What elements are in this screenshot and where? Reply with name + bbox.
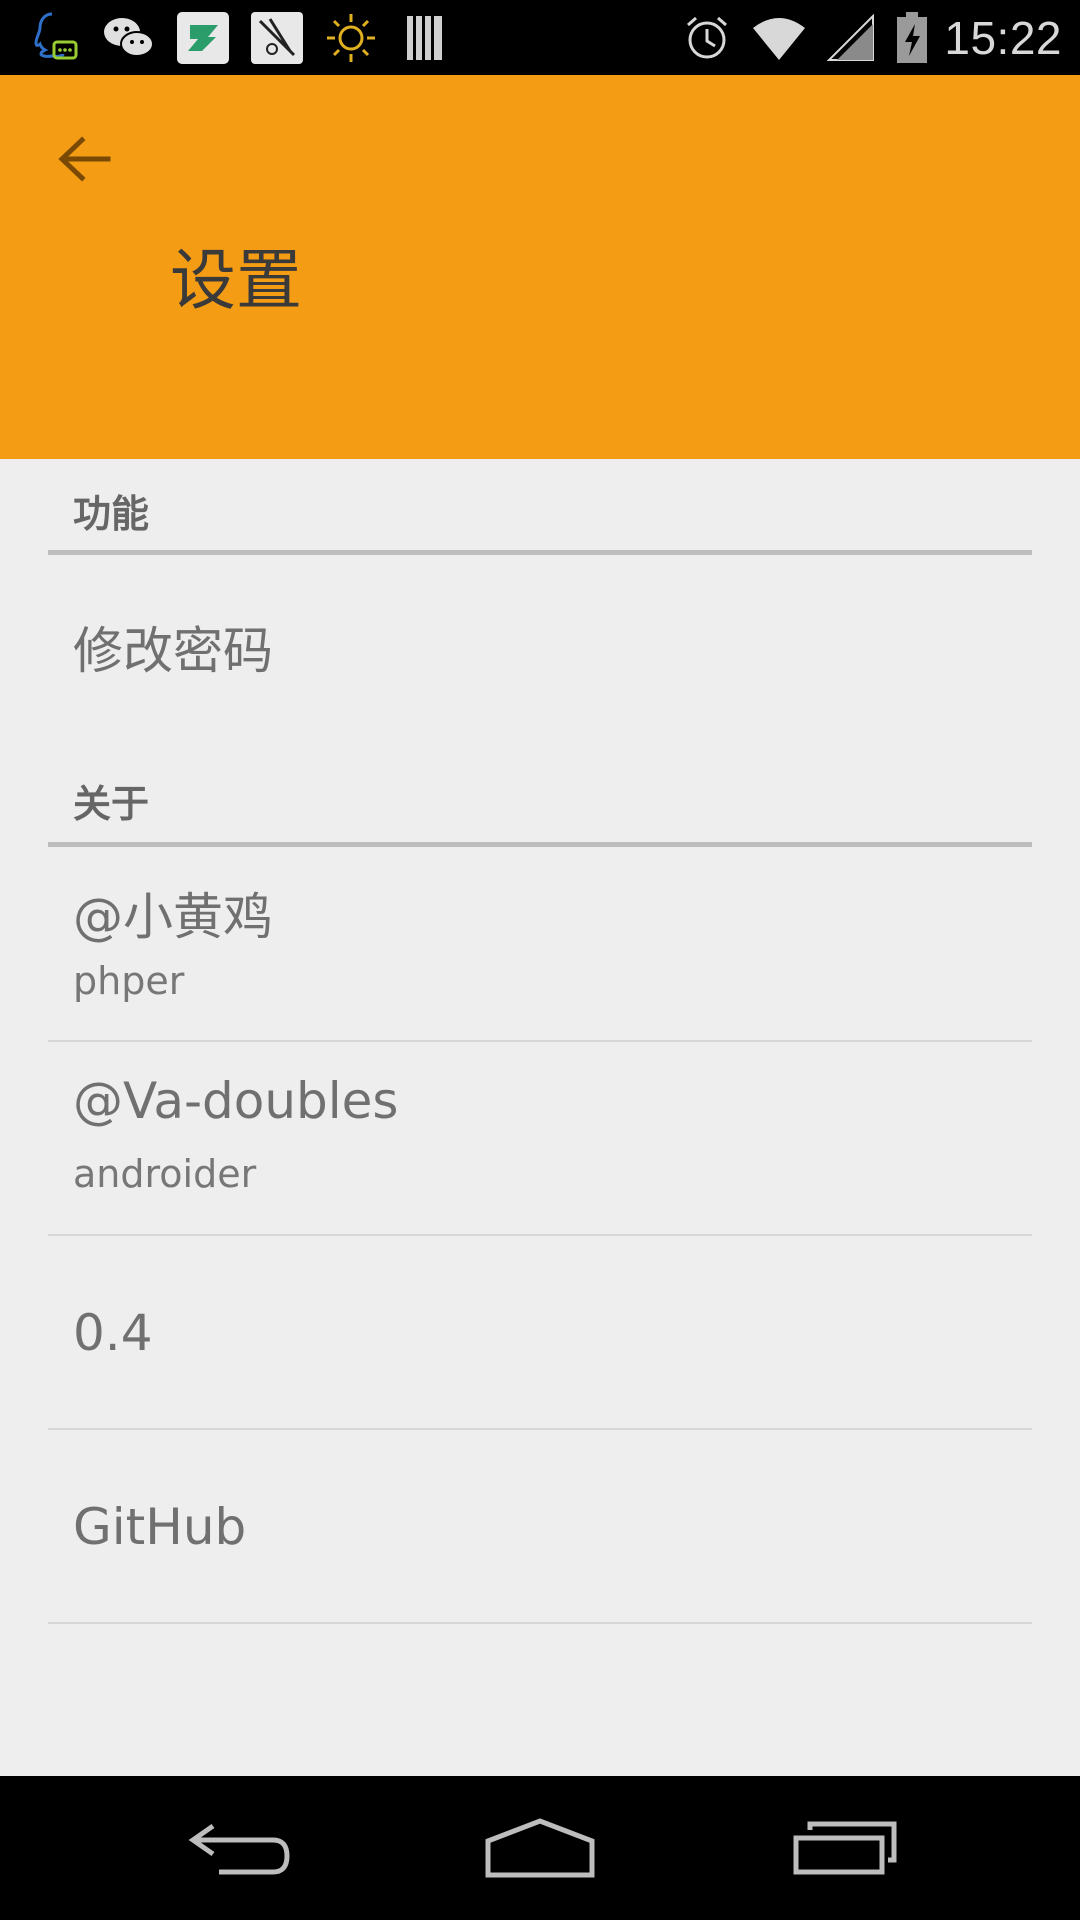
category-function: 功能 <box>48 459 1032 555</box>
pref-title: 修改密码 <box>73 622 273 680</box>
pref-summary: phper <box>73 959 185 1003</box>
pref-version[interactable]: 0.4 <box>48 1236 1032 1430</box>
home-nav-icon <box>485 1818 595 1878</box>
pref-title: GitHub <box>73 1498 247 1556</box>
wechat-icon <box>100 10 158 65</box>
category-header: 功能 <box>73 492 150 536</box>
nav-recents-button[interactable] <box>780 1798 910 1898</box>
system-icons: 15:22 <box>678 10 1062 65</box>
nav-home-button[interactable] <box>475 1798 605 1898</box>
status-bar: 15:22 <box>0 0 1080 75</box>
pref-author-xiaohuangji[interactable]: @小黄鸡 phper <box>48 847 1032 1042</box>
pref-title: @Va-doubles <box>73 1072 399 1130</box>
arrow-back-icon <box>58 136 111 182</box>
pref-change-password[interactable]: 修改密码 <box>48 555 1032 747</box>
app-bar: 设置 <box>0 75 1080 459</box>
category-about: 关于 <box>48 749 1032 847</box>
sun-icon <box>322 10 380 65</box>
sketch-app-icon <box>248 10 306 65</box>
barcode-icon <box>396 10 454 65</box>
back-button[interactable] <box>40 115 128 203</box>
pref-summary: androider <box>73 1152 257 1196</box>
pref-github[interactable]: GitHub <box>48 1430 1032 1624</box>
navigation-bar <box>0 1776 1080 1920</box>
category-header: 关于 <box>73 782 150 826</box>
recents-nav-icon <box>793 1821 897 1875</box>
app-z-icon <box>174 10 232 65</box>
qq-icon <box>26 10 84 65</box>
notification-icons <box>26 10 454 65</box>
pref-author-va-doubles[interactable]: @Va-doubles androider <box>48 1042 1032 1236</box>
pref-title: 0.4 <box>73 1304 153 1362</box>
wifi-icon <box>750 10 808 65</box>
alarm-icon <box>678 10 736 65</box>
page-title: 设置 <box>170 242 302 319</box>
battery-charging-icon <box>894 10 930 65</box>
back-nav-icon <box>188 1823 290 1875</box>
nav-back-button[interactable] <box>175 1798 305 1898</box>
signal-icon <box>822 10 880 65</box>
pref-title: @小黄鸡 <box>73 888 273 946</box>
clock-time: 15:22 <box>944 11 1062 64</box>
